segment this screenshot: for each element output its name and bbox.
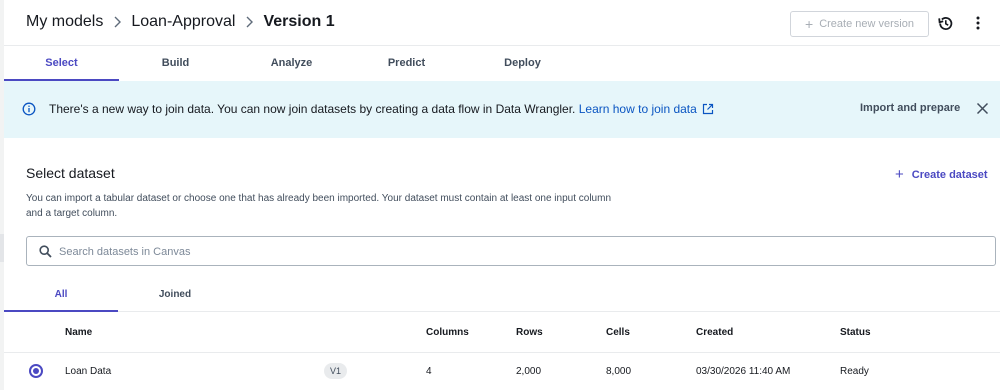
create-new-version-label: Create new version — [819, 18, 914, 30]
column-header-created[interactable]: Created — [696, 327, 733, 338]
column-header-status[interactable]: Status — [840, 327, 871, 338]
plus-icon: + — [805, 16, 814, 32]
column-header-rows[interactable]: Rows — [516, 327, 543, 338]
column-header-columns[interactable]: Columns — [426, 327, 469, 338]
create-dataset-button[interactable]: + Create dataset — [895, 167, 988, 182]
external-link-icon — [702, 103, 714, 115]
plus-icon: + — [895, 166, 904, 183]
cell-cells: 8,000 — [606, 366, 632, 377]
subtab-all[interactable]: All — [4, 280, 118, 312]
cell-status: Ready — [840, 366, 869, 377]
tab-select[interactable]: Select — [4, 46, 119, 81]
create-dataset-label: Create dataset — [911, 168, 988, 181]
section-description: You can import a tabular dataset or choo… — [26, 193, 612, 219]
column-header-name[interactable]: Name — [65, 327, 92, 338]
column-header-cells[interactable]: Cells — [606, 327, 630, 338]
history-icon[interactable] — [935, 13, 955, 33]
breadcrumb-my-models[interactable]: My models — [26, 13, 103, 31]
breadcrumb: My models Loan-Approval Version 1 — [26, 13, 335, 31]
table-row[interactable]: Loan Data V1 4 2,000 8,000 03/30/2026 11… — [4, 353, 1000, 390]
breadcrumb-version: Version 1 — [263, 13, 335, 30]
close-icon[interactable] — [976, 102, 990, 116]
learn-join-link[interactable]: Learn how to join data — [579, 102, 714, 116]
search-icon — [39, 245, 52, 258]
tab-deploy[interactable]: Deploy — [465, 46, 580, 80]
tab-build[interactable]: Build — [118, 46, 233, 80]
import-and-prepare-button[interactable]: Import and prepare — [860, 102, 960, 114]
section-title: Select dataset — [26, 165, 115, 181]
chevron-right-icon — [244, 16, 254, 28]
left-edge-marker — [0, 234, 4, 262]
cell-name: Loan Data — [65, 366, 112, 377]
chevron-right-icon — [112, 16, 122, 28]
tab-predict[interactable]: Predict — [349, 46, 464, 80]
page-header: My models Loan-Approval Version 1 + Crea… — [4, 0, 1000, 46]
more-vertical-icon[interactable] — [970, 13, 986, 33]
version-badge: V1 — [324, 363, 347, 379]
row-select-radio[interactable] — [29, 364, 43, 378]
table-header: Name Columns Rows Cells Created Status — [4, 312, 1000, 353]
subtab-joined[interactable]: Joined — [118, 280, 232, 311]
dataset-subtabs: All Joined — [4, 280, 1000, 312]
banner-message: There's a new way to join data. You can … — [49, 102, 714, 116]
cell-rows: 2,000 — [516, 366, 542, 377]
info-icon — [22, 102, 36, 116]
tab-analyze[interactable]: Analyze — [234, 46, 349, 80]
cell-created: 03/30/2026 11:40 AM — [696, 366, 791, 377]
create-new-version-button[interactable]: + Create new version — [790, 11, 929, 37]
main-tabs: Select Build Analyze Predict Deploy — [4, 46, 1000, 81]
cell-columns: 4 — [426, 366, 432, 377]
info-banner: There's a new way to join data. You can … — [4, 81, 1000, 138]
banner-message-text: There's a new way to join data. You can … — [49, 102, 576, 116]
breadcrumb-model[interactable]: Loan-Approval — [131, 13, 235, 31]
learn-join-link-label: Learn how to join data — [578, 102, 697, 116]
search-input[interactable] — [59, 242, 979, 261]
search-field[interactable] — [26, 236, 996, 266]
